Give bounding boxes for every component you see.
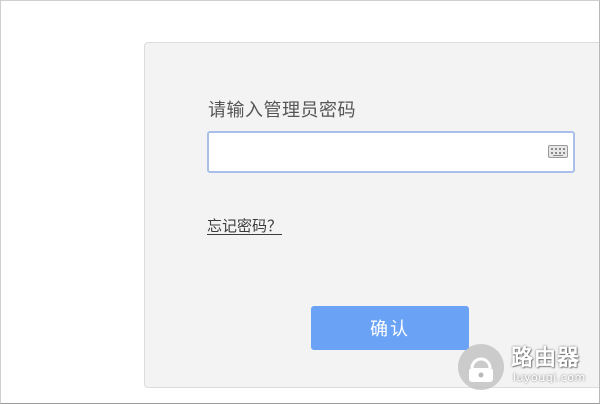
watermark-subtitle: luyouqi.com <box>513 371 586 384</box>
forgot-password-link[interactable]: 忘记密码？ <box>207 215 282 236</box>
keyboard-icon[interactable] <box>548 145 568 158</box>
login-panel: 请输入管理员密码 忘记密码？ 确认 <box>144 42 600 388</box>
confirm-button[interactable]: 确认 <box>311 306 469 350</box>
password-input[interactable] <box>207 131 575 173</box>
router-lock-icon <box>458 344 504 390</box>
watermark-title: 路由器 <box>511 346 581 371</box>
watermark: 路由器 luyouqi.com <box>458 338 600 396</box>
password-prompt-label: 请输入管理员密码 <box>208 100 356 121</box>
